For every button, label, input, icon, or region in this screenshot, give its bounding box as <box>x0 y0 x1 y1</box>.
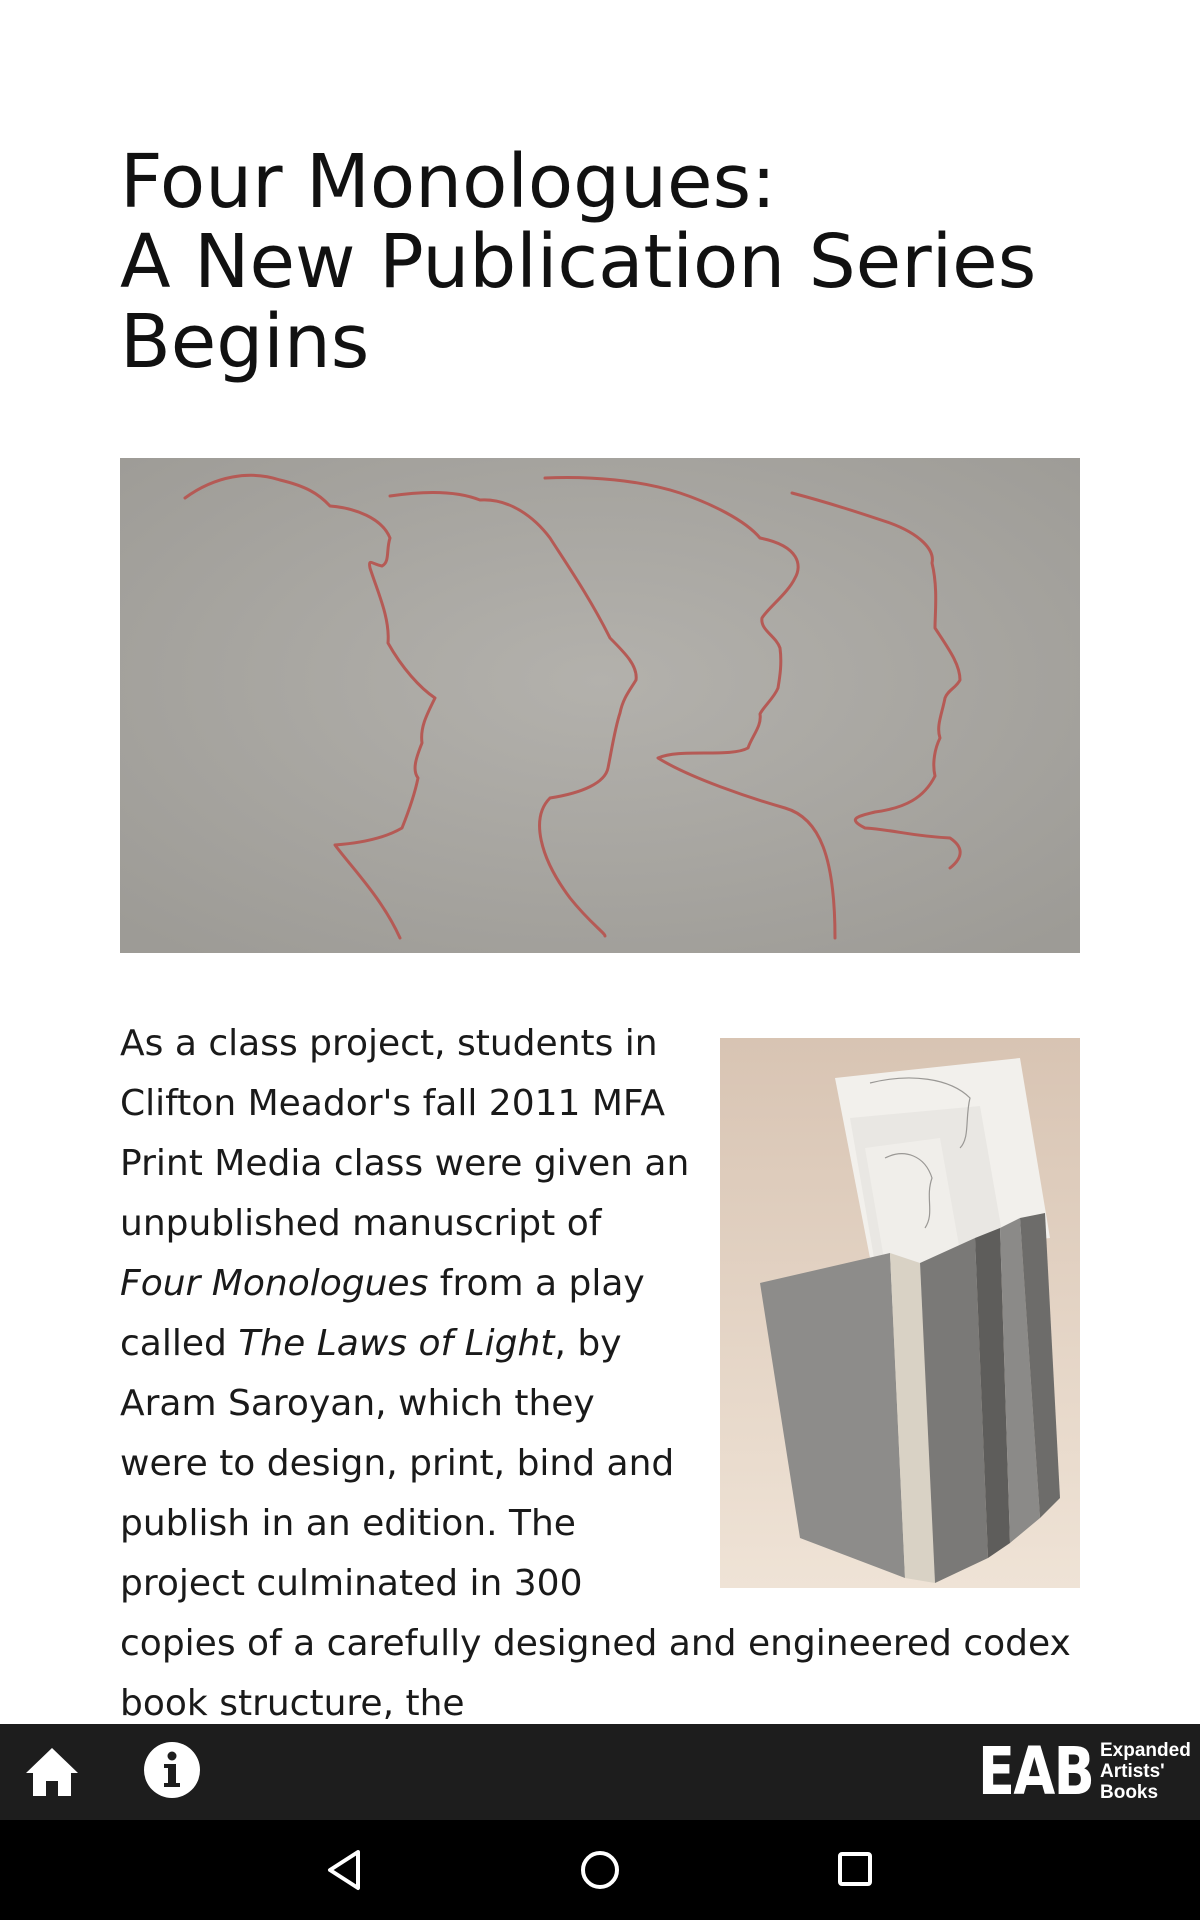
logo-line-3: Books <box>1100 1782 1159 1803</box>
recents-square-icon <box>838 1852 872 1886</box>
eab-logo: EAB Expanded Artists' Books <box>978 1733 1191 1810</box>
logo-line-1: Expanded <box>1100 1740 1191 1761</box>
profiles-drawing <box>120 458 1080 953</box>
logo-line-2: Artists' <box>1100 1761 1165 1782</box>
app-toolbar: EAB Expanded Artists' Books <box>0 1724 1200 1820</box>
title-line-3: Begins <box>120 299 370 385</box>
article-body: As a class project, students in Clifton … <box>120 1014 1080 1724</box>
hero-image-profiles <box>120 458 1080 953</box>
book-structure-drawing <box>720 1038 1080 1588</box>
article-content: Four Monologues: A New Publication Serie… <box>0 0 1200 1724</box>
body-title-laws-of-light: The Laws of Light <box>238 1323 555 1364</box>
logo-mark: EAB <box>978 1733 1095 1810</box>
title-line-2: A New Publication Series <box>120 219 1037 305</box>
system-back-button[interactable] <box>312 1838 376 1902</box>
system-navigation-bar <box>0 1820 1200 1920</box>
home-icon <box>26 1748 78 1796</box>
home-circle-icon <box>581 1851 619 1889</box>
home-button[interactable] <box>22 1742 82 1802</box>
system-recents-button[interactable] <box>824 1838 888 1902</box>
body-text-part-1: As a class project, students in Clifton … <box>120 1023 690 1244</box>
back-triangle-icon <box>328 1850 360 1890</box>
system-home-button[interactable] <box>568 1838 632 1902</box>
book-structure-photo <box>720 1038 1080 1588</box>
info-icon <box>144 1742 200 1798</box>
title-line-1: Four Monologues: <box>120 139 777 225</box>
logo-wordmark: Expanded Artists' Books <box>1100 1740 1191 1803</box>
info-button[interactable] <box>142 1740 202 1800</box>
article-title: Four Monologues: A New Publication Serie… <box>120 142 1080 382</box>
body-title-four-monologues: Four Monologues <box>120 1263 429 1304</box>
